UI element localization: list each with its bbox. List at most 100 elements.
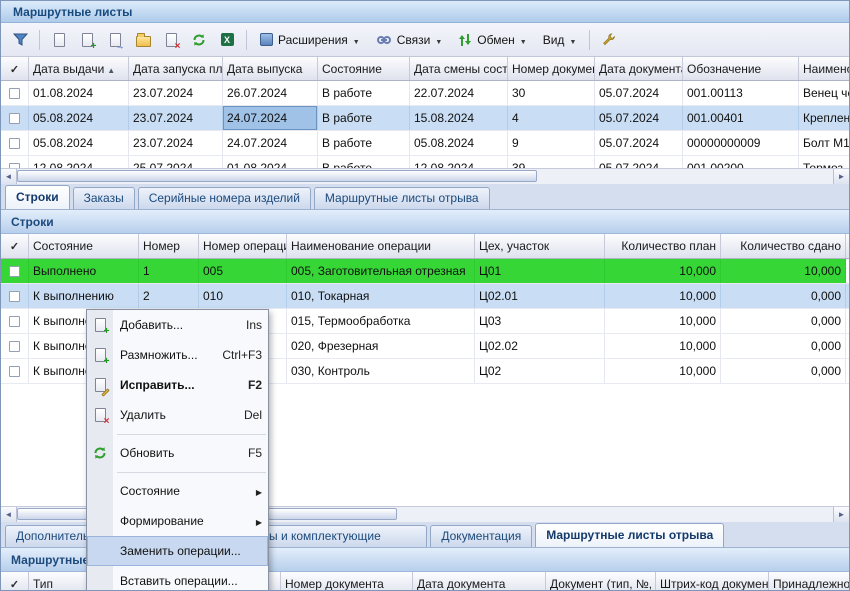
tab-zakazy[interactable]: Заказы (73, 187, 135, 209)
col-header-qty-plan[interactable]: Количество план (605, 234, 721, 258)
row-checkbox[interactable] (9, 366, 20, 377)
excel-icon (221, 33, 234, 46)
chevron-down-icon (435, 33, 442, 47)
scroll-right-arrow-icon[interactable] (833, 169, 849, 184)
col-header-name[interactable]: Наименование (799, 57, 849, 80)
menu-item-formation[interactable]: Формирование (87, 506, 268, 536)
tab-documentation[interactable]: Документация (430, 525, 532, 547)
table-row[interactable]: 12.08.2024 25.07.2024 01.08.2024 В работ… (1, 156, 849, 168)
excel-export-button[interactable] (214, 28, 240, 52)
grid-cell: 10,000 (721, 259, 846, 283)
select-all-header[interactable] (1, 234, 29, 258)
grid-cell: 0,000 (721, 334, 846, 358)
open-button[interactable] (130, 28, 156, 52)
col-header-qty-done[interactable]: Количество сдано (721, 234, 846, 258)
refresh-button[interactable] (186, 28, 212, 52)
col-header-state[interactable]: Состояние (29, 234, 139, 258)
menu-separator (87, 430, 268, 438)
col-header-operation-number[interactable]: Номер операции (199, 234, 287, 258)
col-header-barcode[interactable]: Штрих-код документа (656, 572, 769, 591)
col-header-release-date[interactable]: Дата выпуска (223, 57, 318, 80)
col-header-number[interactable]: Номер (139, 234, 199, 258)
col-header-operation-name[interactable]: Наименование операции (287, 234, 475, 258)
column-label: Состояние (33, 239, 93, 253)
grid-cell: 10,000 (605, 334, 721, 358)
grid-cell: 25.07.2024 (129, 156, 223, 168)
menu-item-delete[interactable]: Удалить Del (87, 400, 268, 430)
filter-button[interactable] (7, 28, 33, 52)
menu-item-label: Исправить... (113, 378, 195, 392)
grid-cell: В работе (318, 81, 410, 105)
grid-cell: 01.08.2024 (223, 156, 318, 168)
check-icon (10, 577, 19, 591)
tab-serial-numbers[interactable]: Серийные номера изделий (138, 187, 311, 209)
links-menu-button[interactable]: Связи (369, 28, 450, 52)
menu-item-edit[interactable]: Исправить... F2 (87, 370, 268, 400)
menu-item-label: Добавить... (113, 318, 183, 332)
row-checkbox[interactable] (9, 138, 20, 149)
scroll-left-arrow-icon[interactable] (1, 169, 17, 184)
col-header-belonging[interactable]: Принадлежность (769, 572, 849, 591)
grid-cell: Ц01 (475, 259, 605, 283)
column-label: Цех, участок (479, 239, 549, 253)
col-header-doc-number[interactable]: Номер документа (508, 57, 595, 80)
tab-stroki[interactable]: Строки (5, 185, 70, 209)
table-row-done[interactable]: Выполнено 1 005 005, Заготовительная отр… (1, 259, 849, 284)
table-row-selected[interactable]: К выполнению 2 010 010, Токарная Ц02.01 … (1, 284, 849, 309)
select-all-header[interactable] (1, 572, 29, 591)
copy-button[interactable] (74, 28, 100, 52)
route-sheets-window: Маршрутные листы Расширени (0, 0, 850, 591)
exchange-menu-button[interactable]: Обмен (451, 28, 533, 52)
row-checkbox[interactable] (9, 316, 20, 327)
scroll-right-arrow-icon[interactable] (833, 507, 849, 522)
grid-cell: 001.00200 (683, 156, 799, 168)
section-title: Строки (11, 215, 54, 229)
col-header-doc-number[interactable]: Номер документа (281, 572, 413, 591)
row-checkbox[interactable] (9, 291, 20, 302)
grid-cell: 22.07.2024 (410, 81, 508, 105)
tab-tear-off-route-sheets[interactable]: Маршрутные листы отрыва (314, 187, 490, 209)
grid-cell: Тормоз (799, 156, 849, 168)
settings-button[interactable] (596, 28, 622, 52)
view-menu-label: Вид (543, 33, 565, 47)
row-checkbox[interactable] (9, 113, 20, 124)
delete-button[interactable] (158, 28, 184, 52)
column-label: Номер документа (285, 577, 384, 591)
insert-button[interactable] (102, 28, 128, 52)
col-header-workshop[interactable]: Цех, участок (475, 234, 605, 258)
view-menu-button[interactable]: Вид (536, 28, 584, 52)
new-button[interactable] (46, 28, 72, 52)
row-checkbox[interactable] (9, 341, 20, 352)
scrollbar-track[interactable] (17, 169, 833, 184)
scroll-left-arrow-icon[interactable] (1, 507, 17, 522)
col-header-doc-date[interactable]: Дата документа (595, 57, 683, 80)
menu-item-state[interactable]: Состояние (87, 476, 268, 506)
grid-cell: 05.07.2024 (595, 131, 683, 155)
menu-item-refresh[interactable]: Обновить F5 (87, 438, 268, 468)
menu-item-duplicate[interactable]: Размножить... Ctrl+F3 (87, 340, 268, 370)
horizontal-scrollbar[interactable] (1, 168, 849, 184)
menu-item-add[interactable]: Добавить... Ins (87, 310, 268, 340)
scrollbar-thumb[interactable] (17, 170, 537, 182)
grid-cell: 05.07.2024 (595, 106, 683, 130)
col-header-state[interactable]: Состояние (318, 57, 410, 80)
col-header-document[interactable]: Документ (тип, №, дата) (546, 572, 656, 591)
duplicate-document-icon (95, 348, 106, 362)
table-row[interactable]: 01.08.2024 23.07.2024 26.07.2024 В работ… (1, 81, 849, 106)
table-row-selected[interactable]: 05.08.2024 23.07.2024 24.07.2024 В работ… (1, 106, 849, 131)
col-header-designation[interactable]: Обозначение (683, 57, 799, 80)
row-checkbox[interactable] (9, 163, 20, 169)
menu-item-insert-operations[interactable]: Вставить операции... (87, 566, 268, 591)
extensions-menu-button[interactable]: Расширения (253, 28, 367, 52)
row-checkbox[interactable] (9, 266, 20, 277)
col-header-state-change-date[interactable]: Дата смены состояния (410, 57, 508, 80)
menu-item-label: Вставить операции... (113, 574, 238, 588)
tab-tear-off-route-sheets[interactable]: Маршрутные листы отрыва (535, 523, 724, 547)
table-row[interactable]: 05.08.2024 23.07.2024 24.07.2024 В работ… (1, 131, 849, 156)
menu-item-replace-operations[interactable]: Заменить операции... (87, 536, 268, 566)
col-header-start-date[interactable]: Дата запуска план (129, 57, 223, 80)
col-header-doc-date[interactable]: Дата документа (413, 572, 546, 591)
row-checkbox[interactable] (9, 88, 20, 99)
col-header-issue-date[interactable]: Дата выдачи (29, 57, 129, 80)
select-all-header[interactable] (1, 57, 29, 80)
